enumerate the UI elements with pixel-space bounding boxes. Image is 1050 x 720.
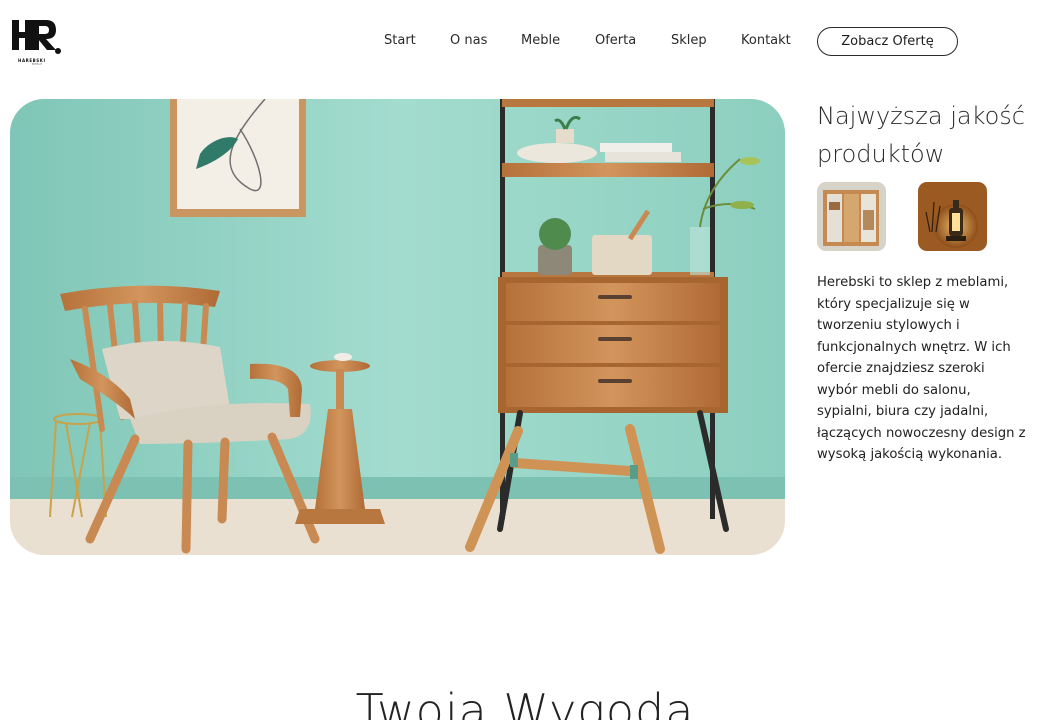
nav-link-meble[interactable]: Meble (521, 33, 560, 48)
brand-logo[interactable]: HAREBSKI MEBLE (10, 16, 64, 68)
wardrobe-thumbnail-icon (817, 182, 886, 251)
nav-link-oferta[interactable]: Oferta (595, 33, 636, 48)
hero-illustration (10, 99, 785, 555)
product-thumbnail-wardrobe[interactable] (817, 182, 886, 251)
lamp-thumbnail-icon (918, 182, 987, 251)
nav-link-kontakt[interactable]: Kontakt (741, 33, 791, 48)
product-thumbnail-lamp[interactable] (918, 182, 987, 251)
nav-link-sklep[interactable]: Sklep (671, 33, 707, 48)
logo-mark-icon (12, 20, 61, 54)
nav-link-start[interactable]: Start (384, 33, 416, 48)
nav-link-o-nas[interactable]: O nas (450, 33, 487, 48)
hero-image (10, 99, 785, 555)
side-title: Najwyższa jakość produktów (817, 102, 1025, 168)
view-offer-button[interactable]: Zobacz Ofertę (817, 27, 958, 56)
logo-sub: MEBLE (32, 63, 43, 66)
side-description: Herebski to sklep z meblami, który specj… (817, 275, 1026, 462)
section-title: Twoja Wygoda (355, 684, 695, 720)
